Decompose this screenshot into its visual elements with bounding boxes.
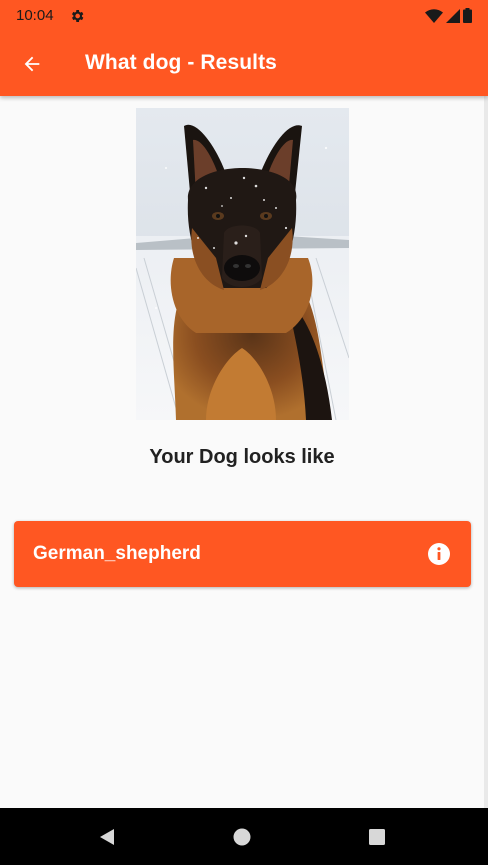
system-nav-bar xyxy=(0,808,488,865)
app-bar: 10:04 What dog - Results xyxy=(0,0,488,96)
screen-edge xyxy=(484,96,488,808)
arrow-left-icon xyxy=(24,56,40,72)
german-shepherd-dog-photo xyxy=(136,108,349,420)
status-time: 10:04 xyxy=(16,7,54,24)
page-title: What dog - Results xyxy=(85,51,277,74)
nav-recents-icon[interactable] xyxy=(367,827,387,847)
nav-back-icon[interactable] xyxy=(97,827,117,847)
status-icons xyxy=(425,8,472,23)
breed-label: German_shepherd xyxy=(33,543,201,564)
wifi-icon xyxy=(425,8,443,23)
gear-icon xyxy=(72,10,84,22)
dog-photo xyxy=(136,108,349,420)
battery-icon xyxy=(463,8,472,23)
nav-home-icon[interactable] xyxy=(232,827,252,847)
status-bar: 10:04 xyxy=(0,0,488,32)
toolbar: What dog - Results xyxy=(0,32,488,96)
result-heading: Your Dog looks like xyxy=(149,446,335,468)
result-card[interactable]: German_shepherd xyxy=(14,521,471,587)
back-button[interactable] xyxy=(16,48,48,80)
signal-icon xyxy=(446,8,460,23)
info-icon[interactable] xyxy=(427,542,451,566)
